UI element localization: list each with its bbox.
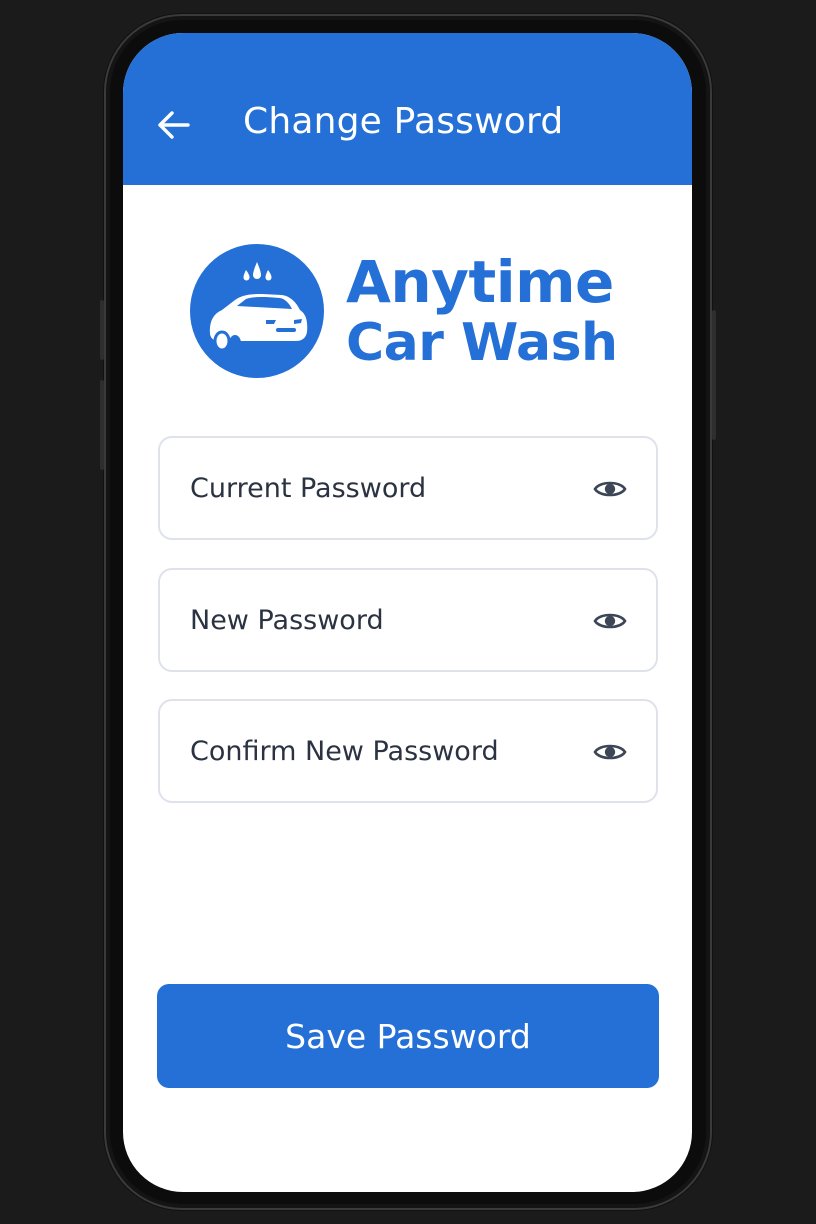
brand-header: Anytime Car Wash	[190, 241, 618, 381]
eye-icon	[593, 481, 627, 497]
phone-side-button	[100, 380, 104, 470]
new-password-field	[158, 568, 658, 672]
phone-power-button	[712, 310, 716, 440]
toggle-confirm-password-visibility[interactable]	[590, 734, 630, 770]
back-button[interactable]	[153, 105, 193, 145]
confirm-password-input[interactable]	[190, 701, 570, 801]
brand-name-line1: Anytime	[346, 248, 614, 316]
save-password-button[interactable]: Save Password	[157, 984, 659, 1088]
brand-name-line2: Car Wash	[346, 313, 618, 373]
brand-name: Anytime Car Wash	[346, 253, 618, 369]
eye-icon	[593, 613, 627, 629]
car-wash-logo-icon	[190, 244, 324, 378]
app-bar: Change Password	[123, 33, 692, 185]
toggle-new-password-visibility[interactable]	[590, 603, 630, 639]
phone-side-button	[100, 300, 104, 360]
toggle-current-password-visibility[interactable]	[590, 471, 630, 507]
arrow-left-icon	[158, 111, 190, 139]
current-password-field	[158, 436, 658, 540]
confirm-password-field	[158, 699, 658, 803]
current-password-input[interactable]	[190, 438, 570, 538]
page-title: Change Password	[243, 101, 564, 142]
new-password-input[interactable]	[190, 570, 570, 670]
phone-screen: Change Password Anytime Car Wash Save Pa…	[123, 33, 692, 1192]
eye-icon	[593, 744, 627, 760]
